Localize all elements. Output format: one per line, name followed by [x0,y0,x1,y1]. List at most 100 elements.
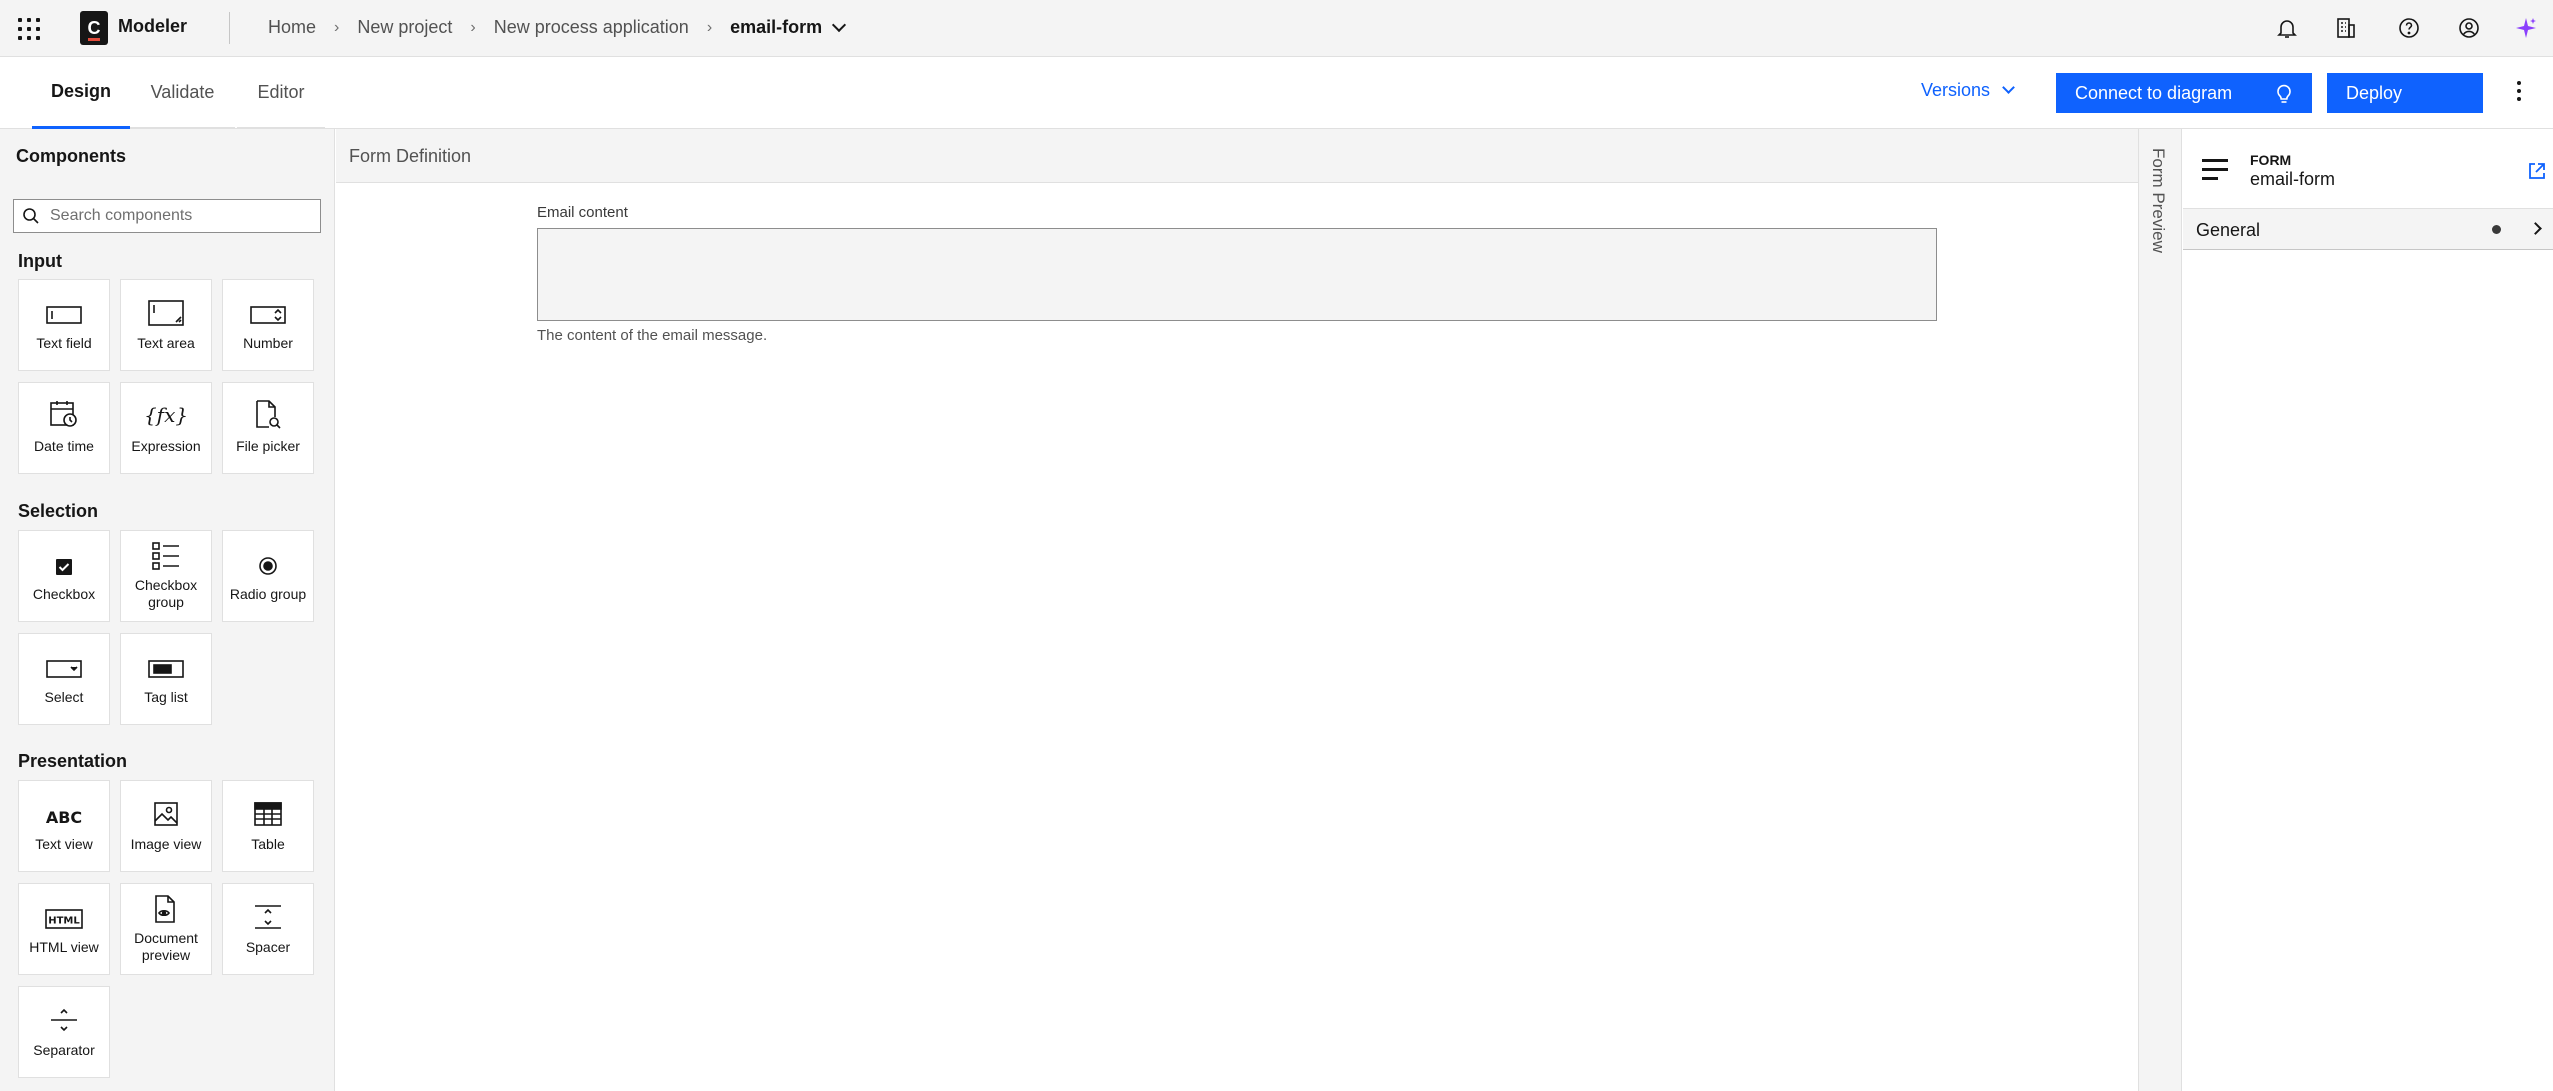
breadcrumb-home[interactable]: Home [268,17,316,38]
component-label: HTML view [29,939,99,955]
component-label: Radio group [229,586,307,602]
breadcrumb-current-file[interactable]: email-form [730,17,822,38]
help-icon[interactable] [2395,14,2423,42]
text-view-icon: ABC [46,808,82,827]
component-text-view[interactable]: ABC Text view [18,780,110,872]
connect-to-diagram-button[interactable]: Connect to diagram [2056,73,2312,113]
component-checkbox[interactable]: Checkbox [18,530,110,622]
component-label: Text view [35,836,93,852]
component-radio-group[interactable]: Radio group [222,530,314,622]
form-icon [2202,159,2228,186]
component-label: Text field [36,335,92,351]
component-text-area[interactable]: Text area [120,279,212,371]
chevron-down-icon [2002,81,2015,94]
organization-icon[interactable] [2332,14,2360,42]
breadcrumb-project[interactable]: New project [357,17,452,38]
editor-toolbar: Design Validate Editor Versions Connect … [0,57,2553,129]
component-label: Image view [130,836,202,852]
notification-icon[interactable] [2273,14,2301,42]
properties-header: FORM email-form [2183,129,2553,209]
svg-text:{fx}: {fx} [146,403,186,427]
breadcrumb-separator: › [334,18,340,36]
component-separator[interactable]: Separator [18,986,110,1078]
section-input-title: Input [18,251,62,271]
component-text-field[interactable]: Text field [18,279,110,371]
number-icon [250,306,286,324]
calendar-clock-icon [50,401,77,427]
search-icon [22,207,40,225]
component-label: Spacer [245,939,291,955]
component-label: Document preview [134,930,198,963]
deploy-button[interactable]: Deploy [2327,73,2483,113]
text-field-icon [46,306,82,324]
user-icon[interactable] [2455,14,2483,42]
versions-label: Versions [1921,80,1991,100]
document-search-icon [256,400,281,429]
section-presentation-title: Presentation [18,751,128,771]
component-expression[interactable]: {fx} Expression [120,382,212,474]
document-view-icon [155,895,175,923]
component-label: Date time [34,438,94,454]
component-document-preview[interactable]: Document preview [120,883,212,975]
component-label: Separator [33,1042,95,1058]
chevron-right-icon [2529,222,2542,235]
lightbulb-icon [2274,82,2294,109]
connect-button-label: Connect to diagram [2075,82,2233,103]
general-group-header[interactable]: General [2183,209,2553,250]
svg-text:HTML: HTML [48,916,80,927]
component-label: Number [243,335,293,351]
breadcrumb-separator: › [706,18,713,36]
open-external-icon[interactable] [2527,161,2547,186]
component-label: Checkbox [32,586,96,602]
search-input[interactable] [50,207,310,225]
component-file-picker[interactable]: File picker [222,382,314,474]
chevron-down-icon[interactable] [832,17,847,32]
component-checkbox-group[interactable]: Checkbox group [120,530,212,622]
image-icon [154,802,178,826]
component-label: Text area [137,335,195,351]
text-area-icon [148,300,184,326]
form-definition-header: Form Definition [336,129,2138,183]
properties-panel: FORM email-form General [2183,129,2553,1091]
properties-kind: FORM [2250,152,2292,168]
app-name: Modeler [118,16,188,36]
component-spacer[interactable]: Spacer [222,883,314,975]
breadcrumb-process-application[interactable]: New process application [494,17,689,38]
component-label: Table [251,836,285,852]
component-tag-list[interactable]: Tag list [120,633,212,725]
svg-text:ABC: ABC [46,808,82,827]
tab-validate[interactable]: Validate [130,57,235,129]
component-select[interactable]: Select [18,633,110,725]
component-number[interactable]: Number [222,279,314,371]
properties-name: email-form [2250,169,2336,189]
radio-button-icon [259,557,277,575]
email-content-textarea[interactable] [537,228,1937,321]
header-divider [229,12,230,44]
app-switcher-icon[interactable] [14,14,42,42]
ai-sparkle-icon[interactable] [2512,14,2540,42]
component-date-time[interactable]: Date time [18,382,110,474]
tab-design[interactable]: Design [32,57,130,129]
search-box[interactable] [13,199,321,233]
table-icon [254,802,282,826]
form-preview-toggle[interactable] [2138,129,2182,1091]
component-label: Select [44,689,84,705]
tab-editor[interactable]: Editor [237,57,325,129]
tag-list-icon [148,660,184,678]
form-preview-label: Form Preview [2149,148,2168,253]
component-html-view[interactable]: HTML HTML view [18,883,110,975]
overflow-menu-icon[interactable] [2516,81,2522,101]
checkbox-icon [56,559,72,575]
separator-icon [51,1008,77,1032]
breadcrumb: Home › New project › New process applica… [268,17,847,38]
top-header: C Modeler Home › New project › New proce… [0,0,2553,57]
components-title: Components [16,146,126,166]
spacer-icon [255,905,281,929]
component-table[interactable]: Table [222,780,314,872]
component-label: Expression [131,438,201,454]
dropdown-icon [46,660,82,678]
versions-dropdown[interactable]: Versions [1921,80,2015,101]
component-image-view[interactable]: Image view [120,780,212,872]
field-label: Email content [537,204,628,221]
component-label: File picker [236,438,300,454]
